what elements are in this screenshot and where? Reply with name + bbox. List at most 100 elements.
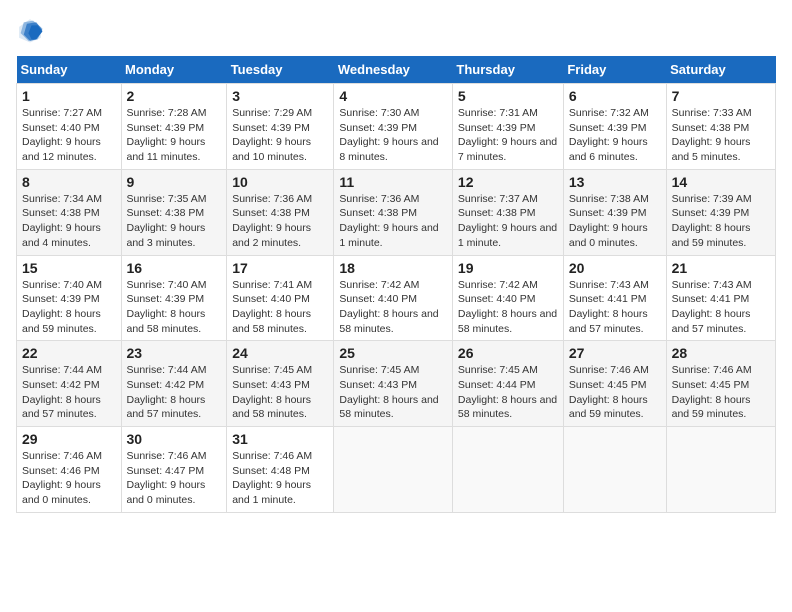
calendar-day-cell: 23 Sunrise: 7:44 AMSunset: 4:42 PMDayligh… <box>121 341 227 427</box>
weekday-header-tuesday: Tuesday <box>227 56 334 84</box>
day-number: 10 <box>232 174 328 190</box>
calendar-day-cell: 28 Sunrise: 7:46 AMSunset: 4:45 PMDayligh… <box>666 341 775 427</box>
logo <box>16 16 48 44</box>
day-number: 2 <box>127 88 222 104</box>
calendar-week-row: 15 Sunrise: 7:40 AMSunset: 4:39 PMDayligh… <box>17 255 776 341</box>
calendar-day-cell <box>334 427 453 513</box>
day-info: Sunrise: 7:33 AMSunset: 4:38 PMDaylight:… <box>672 106 770 165</box>
day-info: Sunrise: 7:42 AMSunset: 4:40 PMDaylight:… <box>458 278 558 337</box>
day-number: 21 <box>672 260 770 276</box>
calendar-day-cell: 9 Sunrise: 7:35 AMSunset: 4:38 PMDaylight… <box>121 169 227 255</box>
day-info: Sunrise: 7:40 AMSunset: 4:39 PMDaylight:… <box>127 278 222 337</box>
day-info: Sunrise: 7:44 AMSunset: 4:42 PMDaylight:… <box>127 363 222 422</box>
day-info: Sunrise: 7:39 AMSunset: 4:39 PMDaylight:… <box>672 192 770 251</box>
calendar-day-cell: 12 Sunrise: 7:37 AMSunset: 4:38 PMDayligh… <box>452 169 563 255</box>
calendar-day-cell: 1Sunrise: 7:27 AMSunset: 4:40 PMDaylight… <box>17 84 122 170</box>
calendar-day-cell: 27Sunrise: 7:46 AMSunset: 4:45 PMDayligh… <box>563 341 666 427</box>
calendar-day-cell: 4 Sunrise: 7:30 AMSunset: 4:39 PMDaylight… <box>334 84 453 170</box>
day-number: 22 <box>22 345 116 361</box>
calendar-day-cell: 7Sunrise: 7:33 AMSunset: 4:38 PMDaylight… <box>666 84 775 170</box>
weekday-header-saturday: Saturday <box>666 56 775 84</box>
calendar-day-cell: 21 Sunrise: 7:43 AMSunset: 4:41 PMDayligh… <box>666 255 775 341</box>
weekday-header-wednesday: Wednesday <box>334 56 453 84</box>
calendar-body: 1Sunrise: 7:27 AMSunset: 4:40 PMDaylight… <box>17 84 776 513</box>
day-info: Sunrise: 7:37 AMSunset: 4:38 PMDaylight:… <box>458 192 558 251</box>
day-number: 18 <box>339 260 447 276</box>
day-number: 29 <box>22 431 116 447</box>
day-number: 5 <box>458 88 558 104</box>
page-header <box>16 16 776 44</box>
calendar-day-cell <box>563 427 666 513</box>
day-info: Sunrise: 7:41 AMSunset: 4:40 PMDaylight:… <box>232 278 328 337</box>
logo-icon <box>16 16 44 44</box>
calendar-day-cell: 10 Sunrise: 7:36 AMSunset: 4:38 PMDayligh… <box>227 169 334 255</box>
day-number: 19 <box>458 260 558 276</box>
day-number: 6 <box>569 88 661 104</box>
calendar-day-cell <box>666 427 775 513</box>
day-number: 12 <box>458 174 558 190</box>
day-number: 30 <box>127 431 222 447</box>
day-info: Sunrise: 7:31 AMSunset: 4:39 PMDaylight:… <box>458 106 558 165</box>
calendar-week-row: 29 Sunrise: 7:46 AMSunset: 4:46 PMDayligh… <box>17 427 776 513</box>
day-number: 11 <box>339 174 447 190</box>
day-info: Sunrise: 7:35 AMSunset: 4:38 PMDaylight:… <box>127 192 222 251</box>
calendar-day-cell: 30 Sunrise: 7:46 AMSunset: 4:47 PMDayligh… <box>121 427 227 513</box>
day-number: 14 <box>672 174 770 190</box>
weekday-header-thursday: Thursday <box>452 56 563 84</box>
calendar-day-cell: 31Sunrise: 7:46 AMSunset: 4:48 PMDayligh… <box>227 427 334 513</box>
calendar-day-cell: 16 Sunrise: 7:40 AMSunset: 4:39 PMDayligh… <box>121 255 227 341</box>
day-info: Sunrise: 7:46 AMSunset: 4:47 PMDaylight:… <box>127 449 222 508</box>
calendar-day-cell: 3 Sunrise: 7:29 AMSunset: 4:39 PMDaylight… <box>227 84 334 170</box>
day-info: Sunrise: 7:44 AMSunset: 4:42 PMDaylight:… <box>22 363 116 422</box>
weekday-header-row: SundayMondayTuesdayWednesdayThursdayFrid… <box>17 56 776 84</box>
day-info: Sunrise: 7:45 AMSunset: 4:43 PMDaylight:… <box>339 363 447 422</box>
day-number: 3 <box>232 88 328 104</box>
day-number: 4 <box>339 88 447 104</box>
calendar-day-cell: 22 Sunrise: 7:44 AMSunset: 4:42 PMDayligh… <box>17 341 122 427</box>
day-number: 9 <box>127 174 222 190</box>
day-number: 23 <box>127 345 222 361</box>
day-info: Sunrise: 7:36 AMSunset: 4:38 PMDaylight:… <box>232 192 328 251</box>
calendar-week-row: 1Sunrise: 7:27 AMSunset: 4:40 PMDaylight… <box>17 84 776 170</box>
day-info: Sunrise: 7:46 AMSunset: 4:46 PMDaylight:… <box>22 449 116 508</box>
calendar-day-cell: 26 Sunrise: 7:45 AMSunset: 4:44 PMDayligh… <box>452 341 563 427</box>
calendar-day-cell: 29 Sunrise: 7:46 AMSunset: 4:46 PMDayligh… <box>17 427 122 513</box>
calendar-day-cell: 20Sunrise: 7:43 AMSunset: 4:41 PMDayligh… <box>563 255 666 341</box>
calendar-day-cell: 11Sunrise: 7:36 AMSunset: 4:38 PMDayligh… <box>334 169 453 255</box>
calendar-day-cell: 24 Sunrise: 7:45 AMSunset: 4:43 PMDayligh… <box>227 341 334 427</box>
calendar-day-cell: 17 Sunrise: 7:41 AMSunset: 4:40 PMDayligh… <box>227 255 334 341</box>
calendar-week-row: 8 Sunrise: 7:34 AMSunset: 4:38 PMDaylight… <box>17 169 776 255</box>
day-number: 20 <box>569 260 661 276</box>
calendar-day-cell: 25Sunrise: 7:45 AMSunset: 4:43 PMDayligh… <box>334 341 453 427</box>
weekday-header-monday: Monday <box>121 56 227 84</box>
calendar-day-cell: 19 Sunrise: 7:42 AMSunset: 4:40 PMDayligh… <box>452 255 563 341</box>
weekday-header-sunday: Sunday <box>17 56 122 84</box>
day-info: Sunrise: 7:42 AMSunset: 4:40 PMDaylight:… <box>339 278 447 337</box>
day-info: Sunrise: 7:43 AMSunset: 4:41 PMDaylight:… <box>672 278 770 337</box>
calendar-day-cell: 18 Sunrise: 7:42 AMSunset: 4:40 PMDayligh… <box>334 255 453 341</box>
day-number: 1 <box>22 88 116 104</box>
calendar-day-cell: 15 Sunrise: 7:40 AMSunset: 4:39 PMDayligh… <box>17 255 122 341</box>
day-number: 16 <box>127 260 222 276</box>
calendar-day-cell: 8 Sunrise: 7:34 AMSunset: 4:38 PMDaylight… <box>17 169 122 255</box>
day-info: Sunrise: 7:30 AMSunset: 4:39 PMDaylight:… <box>339 106 447 165</box>
calendar-week-row: 22 Sunrise: 7:44 AMSunset: 4:42 PMDayligh… <box>17 341 776 427</box>
day-number: 8 <box>22 174 116 190</box>
day-info: Sunrise: 7:45 AMSunset: 4:43 PMDaylight:… <box>232 363 328 422</box>
day-number: 24 <box>232 345 328 361</box>
day-info: Sunrise: 7:29 AMSunset: 4:39 PMDaylight:… <box>232 106 328 165</box>
calendar-day-cell: 14 Sunrise: 7:39 AMSunset: 4:39 PMDayligh… <box>666 169 775 255</box>
weekday-header-friday: Friday <box>563 56 666 84</box>
day-info: Sunrise: 7:38 AMSunset: 4:39 PMDaylight:… <box>569 192 661 251</box>
day-number: 26 <box>458 345 558 361</box>
day-number: 17 <box>232 260 328 276</box>
day-info: Sunrise: 7:40 AMSunset: 4:39 PMDaylight:… <box>22 278 116 337</box>
day-info: Sunrise: 7:45 AMSunset: 4:44 PMDaylight:… <box>458 363 558 422</box>
day-info: Sunrise: 7:46 AMSunset: 4:45 PMDaylight:… <box>672 363 770 422</box>
day-info: Sunrise: 7:34 AMSunset: 4:38 PMDaylight:… <box>22 192 116 251</box>
day-info: Sunrise: 7:46 AMSunset: 4:45 PMDaylight:… <box>569 363 661 422</box>
day-number: 15 <box>22 260 116 276</box>
calendar-day-cell <box>452 427 563 513</box>
day-info: Sunrise: 7:46 AMSunset: 4:48 PMDaylight:… <box>232 449 328 508</box>
day-number: 28 <box>672 345 770 361</box>
